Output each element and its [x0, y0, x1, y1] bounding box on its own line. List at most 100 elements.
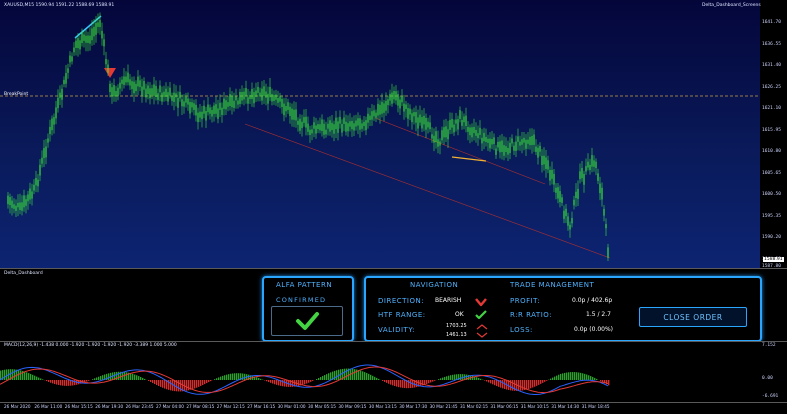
price-tick: 1595.35: [762, 213, 781, 219]
candle-body: [283, 103, 285, 116]
macd-histogram-bar: [302, 380, 304, 385]
macd-histogram-bar: [66, 380, 68, 386]
candle-body: [487, 138, 489, 143]
macd-histogram-bar: [230, 373, 232, 380]
candle-body: [453, 124, 455, 133]
macd-histogram-bar: [6, 369, 8, 380]
candle-body: [581, 167, 583, 179]
candle-body: [185, 96, 187, 103]
macd-histogram-bar: [358, 370, 360, 380]
candle-body: [421, 117, 423, 129]
candle-body: [171, 96, 173, 101]
macd-histogram-bar: [222, 375, 224, 380]
candle-body: [391, 92, 393, 104]
macd-histogram-bar: [478, 377, 480, 380]
candle-body: [241, 92, 243, 101]
macd-histogram-bar: [328, 373, 330, 380]
check-icon: [296, 312, 319, 330]
macd-histogram-bar: [54, 380, 56, 385]
macd-histogram-bar: [198, 380, 200, 387]
candle-body: [183, 101, 185, 107]
macd-histogram-bar: [202, 380, 204, 386]
candle-body: [255, 90, 257, 97]
candle-body: [401, 96, 403, 103]
candle-body: [229, 94, 231, 106]
candle-body: [363, 121, 365, 127]
candle-body: [341, 124, 343, 133]
candle-body: [553, 173, 555, 185]
macd-histogram-bar: [308, 380, 310, 383]
macd-histogram-bar: [608, 380, 610, 386]
candle-body: [517, 136, 519, 142]
macd-histogram-bar: [172, 380, 174, 391]
candle-body: [279, 96, 281, 102]
macd-histogram-bar: [486, 380, 488, 382]
candle-body: [239, 91, 241, 104]
price-axis[interactable]: [760, 0, 787, 268]
candle-body: [361, 123, 363, 129]
macd-histogram-bar: [438, 379, 440, 380]
macd-histogram-bar: [580, 372, 582, 380]
macd-histogram-bar: [444, 376, 446, 380]
candle-body: [345, 121, 347, 132]
candle-body: [71, 56, 73, 62]
candle-body: [281, 98, 283, 107]
macd-histogram-bar: [154, 380, 156, 385]
time-tick: 30 Mar 17:30: [399, 404, 428, 409]
macd-histogram-bar: [410, 380, 412, 389]
macd-histogram-bar: [34, 375, 36, 380]
candle-body: [55, 107, 57, 119]
candle-body: [11, 200, 13, 208]
candle-body: [339, 116, 341, 124]
macd-histogram-bar: [446, 376, 448, 380]
ok-check-icon: [475, 310, 487, 320]
candle-body: [115, 90, 117, 97]
macd-histogram-bar: [556, 375, 558, 380]
candle-body: [397, 94, 399, 106]
candle-body: [67, 68, 69, 73]
macd-histogram-bar: [460, 374, 462, 380]
candle-body: [567, 216, 569, 226]
candle-body: [95, 22, 97, 35]
candle-body: [33, 184, 35, 191]
time-tick: 26 Mar 15:15: [64, 404, 93, 409]
rr-ratio-value: 1.5 / 2.7: [586, 311, 611, 318]
candle-body: [191, 102, 193, 108]
candle-body: [371, 111, 373, 120]
candle-body: [85, 35, 87, 43]
current-price-tag: 1588.91: [763, 257, 784, 262]
candle-body: [53, 117, 55, 125]
macd-histogram-bar: [554, 376, 556, 380]
time-tick: 30 Mar 09:15: [338, 404, 367, 409]
bearish-arrow-icon: [475, 298, 487, 307]
macd-histogram-bar: [0, 370, 2, 380]
macd-histogram-bar: [590, 376, 592, 380]
candle-body: [407, 108, 409, 119]
close-order-button[interactable]: CLOSE ORDER: [639, 307, 747, 327]
candle-body: [471, 127, 473, 138]
macd-histogram-bar: [472, 375, 474, 380]
candle-body: [399, 99, 401, 109]
macd-histogram-bar: [362, 371, 364, 380]
candle-body: [431, 134, 433, 139]
candle-body: [419, 114, 421, 123]
macd-histogram-bar: [226, 374, 228, 380]
trade-management-title: TRADE MANAGEMENT: [510, 281, 595, 289]
candle-body: [359, 118, 361, 130]
macd-histogram-bar: [440, 378, 442, 380]
candle-body: [455, 119, 457, 124]
candle-body: [273, 94, 275, 101]
candle-body: [441, 130, 443, 141]
candle-body: [267, 93, 269, 104]
macd-histogram-bar: [366, 372, 368, 380]
candle-body: [483, 132, 485, 142]
macd-histogram-bar: [220, 376, 222, 380]
macd-histogram-bar: [588, 375, 590, 380]
candle-body: [511, 138, 513, 144]
candle-body: [47, 138, 49, 143]
candle-body: [357, 118, 359, 126]
time-tick: 30 Mar 01:00: [277, 404, 306, 409]
time-tick: 31 Mar 14:30: [551, 404, 580, 409]
macd-histogram-bar: [138, 376, 140, 380]
candle-body: [307, 123, 309, 132]
